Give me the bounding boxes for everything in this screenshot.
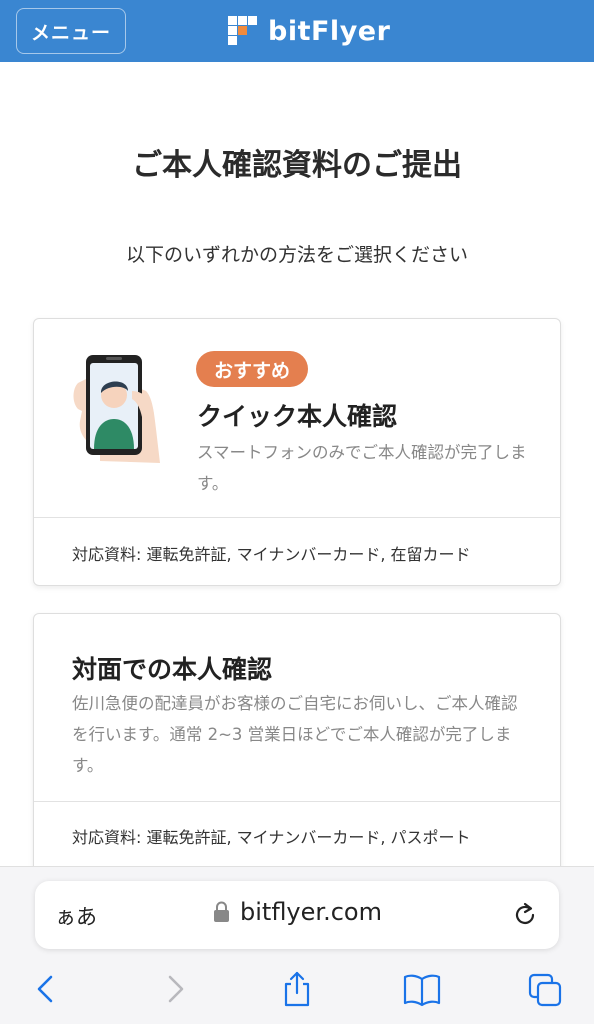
url-text: bitflyer.com: [240, 898, 382, 926]
reload-icon[interactable]: [511, 901, 539, 929]
reader-options-button[interactable]: ぁあ: [55, 901, 97, 931]
forward-icon[interactable]: [157, 971, 191, 1007]
option-card-in-person[interactable]: 対面での本人確認 佐川急便の配達員がお客様のご自宅にお伺いし、ご本人確認を行いま…: [33, 613, 561, 903]
card-divider: [34, 801, 560, 802]
address-bar[interactable]: ぁあ bitflyer.com: [35, 881, 559, 949]
supported-documents: 対応資料: 運転免許証, マイナンバーカード, 在留カード: [72, 545, 471, 564]
recommended-badge: おすすめ: [196, 351, 309, 387]
share-icon[interactable]: [280, 971, 314, 1007]
browser-toolbar: ぁあ bitflyer.com: [0, 866, 594, 1024]
option-description: スマートフォンのみでご本人確認が完了します。: [197, 443, 527, 493]
supported-documents: 対応資料: 運転免許証, マイナンバーカード, パスポート: [72, 828, 471, 847]
url-display[interactable]: bitflyer.com: [213, 898, 382, 926]
option-card-quick[interactable]: おすすめ クイック本人確認 スマートフォンのみでご本人確認が完了します。 対応資…: [33, 318, 561, 586]
option-title: クイック本人確認: [197, 402, 398, 431]
page-title: ご本人確認資料のご提出: [132, 148, 462, 183]
brand-name: bitFlyer: [268, 15, 391, 47]
bookmarks-icon[interactable]: [402, 971, 442, 1007]
option-description: 佐川急便の配達員がお客様のご自宅にお伺いし、ご本人確認を行います。通常 2~3 …: [72, 694, 518, 775]
phone-selfie-icon: [73, 355, 160, 463]
bitflyer-logo-icon: [228, 16, 257, 45]
back-icon[interactable]: [30, 971, 64, 1007]
option-title: 対面での本人確認: [72, 655, 273, 684]
menu-button[interactable]: メニュー: [16, 8, 126, 54]
card-divider: [34, 517, 560, 518]
brand-logo[interactable]: bitFlyer: [226, 14, 390, 48]
tabs-icon[interactable]: [528, 971, 562, 1007]
lock-icon: [214, 901, 229, 922]
app-header: メニュー bitFlyer: [0, 0, 594, 62]
page-subtitle: 以下のいずれかの方法をご選択ください: [125, 244, 468, 266]
